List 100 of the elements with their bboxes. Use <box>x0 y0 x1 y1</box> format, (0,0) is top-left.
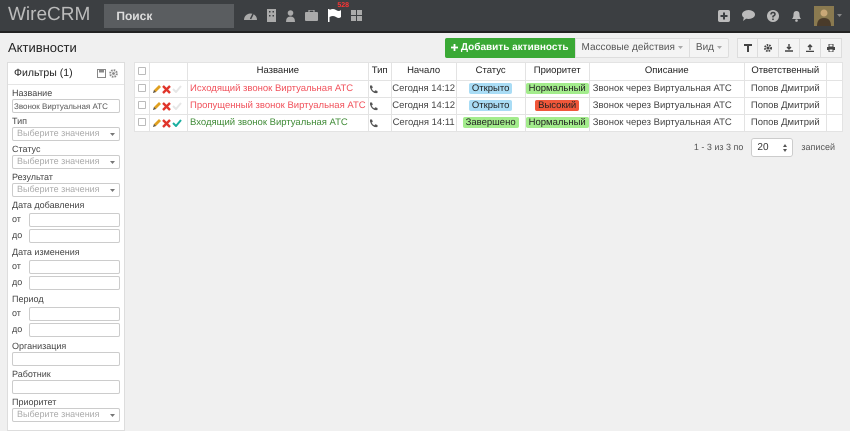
delete-icon[interactable] <box>162 102 171 110</box>
activity-name-link[interactable]: Входящий звонок Виртуальная АТС <box>188 114 368 132</box>
delete-icon[interactable] <box>162 118 171 128</box>
input-field[interactable] <box>29 323 120 337</box>
range-label: от <box>12 260 22 274</box>
activity-name-link[interactable]: Исходящий звонок Виртуальная АТС <box>188 80 368 98</box>
activity-name-link[interactable]: Пропущенный звонок Виртуальная АТС <box>188 98 368 114</box>
status-tag: Завершено <box>462 116 519 128</box>
pagination-summary: 1 - 3 из 3 по <box>694 140 744 154</box>
column-header[interactable]: Название <box>188 62 368 80</box>
pencil-icon[interactable] <box>152 102 161 110</box>
caret-icon <box>110 414 115 416</box>
column-header[interactable]: Статус <box>456 62 526 80</box>
avatar-icon[interactable] <box>814 6 834 26</box>
caret-icon <box>717 46 722 49</box>
priority-tag: Высокий <box>535 100 580 111</box>
input-field[interactable]: Звонок Виртуальная АТС <box>12 99 120 113</box>
flag-icon[interactable] <box>328 9 342 22</box>
range-label: до <box>12 323 24 336</box>
briefcase-icon[interactable] <box>305 10 318 21</box>
download-icon <box>785 44 793 52</box>
caret-icon <box>110 132 115 136</box>
plus-icon[interactable] <box>718 10 730 22</box>
column-header[interactable]: Приоритет <box>525 62 590 80</box>
checkbox[interactable] <box>138 66 146 75</box>
field-label: Результат <box>12 172 54 183</box>
field-label: Статус <box>12 144 42 155</box>
upload-icon <box>806 44 814 52</box>
caret-icon <box>678 46 683 49</box>
grid-icon[interactable] <box>351 10 362 21</box>
bulk-actions-dropdown[interactable]: Массовые действия <box>574 38 690 58</box>
priority-tag: Нормальный <box>526 82 589 94</box>
print-icon <box>827 44 835 52</box>
column-header[interactable]: Описание <box>589 62 744 80</box>
field-label: Организация <box>12 341 68 352</box>
settings-icon[interactable] <box>109 69 118 78</box>
field-label: Название <box>12 88 54 99</box>
table-cell: Попов Дмитрий <box>744 80 826 98</box>
updown-caret-icon <box>783 144 788 152</box>
table-cell: Попов Дмитрий <box>744 98 826 114</box>
field-label: Тип <box>12 116 28 127</box>
settings-button[interactable] <box>758 38 779 58</box>
field-label: Дата изменения <box>12 247 81 258</box>
column-header[interactable]: Ответственный <box>744 62 826 80</box>
filter-button[interactable] <box>737 38 758 58</box>
search-field[interactable]: Поиск <box>104 4 234 28</box>
input-field[interactable] <box>29 229 120 243</box>
chat-icon[interactable] <box>742 10 755 21</box>
column-header[interactable]: Начало <box>391 62 456 80</box>
input-field[interactable] <box>12 380 120 394</box>
filter-title: Фильтры (1) <box>14 66 73 81</box>
download-button[interactable] <box>779 38 800 58</box>
checkbox[interactable] <box>138 101 146 110</box>
checkbox[interactable] <box>138 84 146 92</box>
field-label: Дата добавления <box>12 200 86 211</box>
caret-icon <box>837 14 842 17</box>
table-cell: Звонок через Виртуальная АТС <box>589 80 744 98</box>
page-title: Активности <box>8 38 77 57</box>
caret-icon <box>110 160 115 164</box>
range-label: до <box>12 229 24 242</box>
checkbox[interactable] <box>138 118 146 126</box>
input-field[interactable] <box>29 276 120 290</box>
pencil-icon[interactable] <box>152 84 161 94</box>
input-field[interactable] <box>29 213 120 227</box>
status-tag: Открыто <box>468 82 512 94</box>
table-cell: Сегодня 14:11 <box>391 114 456 132</box>
column-header[interactable]: Тип <box>368 62 392 80</box>
field-label: Приоритет <box>12 397 58 408</box>
view-dropdown[interactable]: Вид <box>690 38 729 58</box>
page-size-select[interactable]: 20 <box>751 138 794 157</box>
table-cell: Сегодня 14:12 <box>391 80 456 98</box>
input-field[interactable] <box>29 307 120 321</box>
range-label: от <box>12 213 22 226</box>
priority-tag: Нормальный <box>526 116 589 128</box>
delete-icon[interactable] <box>162 84 171 94</box>
checkmark-icon[interactable] <box>172 119 182 127</box>
field-label: Период <box>12 294 45 305</box>
save-icon[interactable] <box>97 69 106 78</box>
caret-icon <box>110 188 115 192</box>
status-tag: Открыто <box>468 100 512 111</box>
table-cell: Звонок через Виртуальная АТС <box>589 114 744 132</box>
upload-button[interactable] <box>800 38 821 58</box>
plus-icon <box>450 44 458 51</box>
range-label: от <box>12 307 22 320</box>
table-cell: Звонок через Виртуальная АТС <box>589 98 744 114</box>
table-cell: Сегодня 14:12 <box>391 98 456 114</box>
bell-icon[interactable] <box>791 10 802 22</box>
pencil-icon[interactable] <box>152 118 161 128</box>
field-label: Работник <box>12 369 52 380</box>
building-icon[interactable] <box>267 9 276 22</box>
range-label: до <box>12 276 24 290</box>
table-cell: Попов Дмитрий <box>744 114 826 132</box>
user-icon[interactable] <box>286 10 296 22</box>
pagination-suffix: записей <box>801 140 835 154</box>
print-button[interactable] <box>821 38 842 58</box>
input-field[interactable] <box>29 260 120 274</box>
input-field[interactable] <box>12 352 120 366</box>
help-icon[interactable] <box>767 10 779 22</box>
logo[interactable]: WireCRM <box>8 1 90 30</box>
settings-icon <box>764 44 772 52</box>
